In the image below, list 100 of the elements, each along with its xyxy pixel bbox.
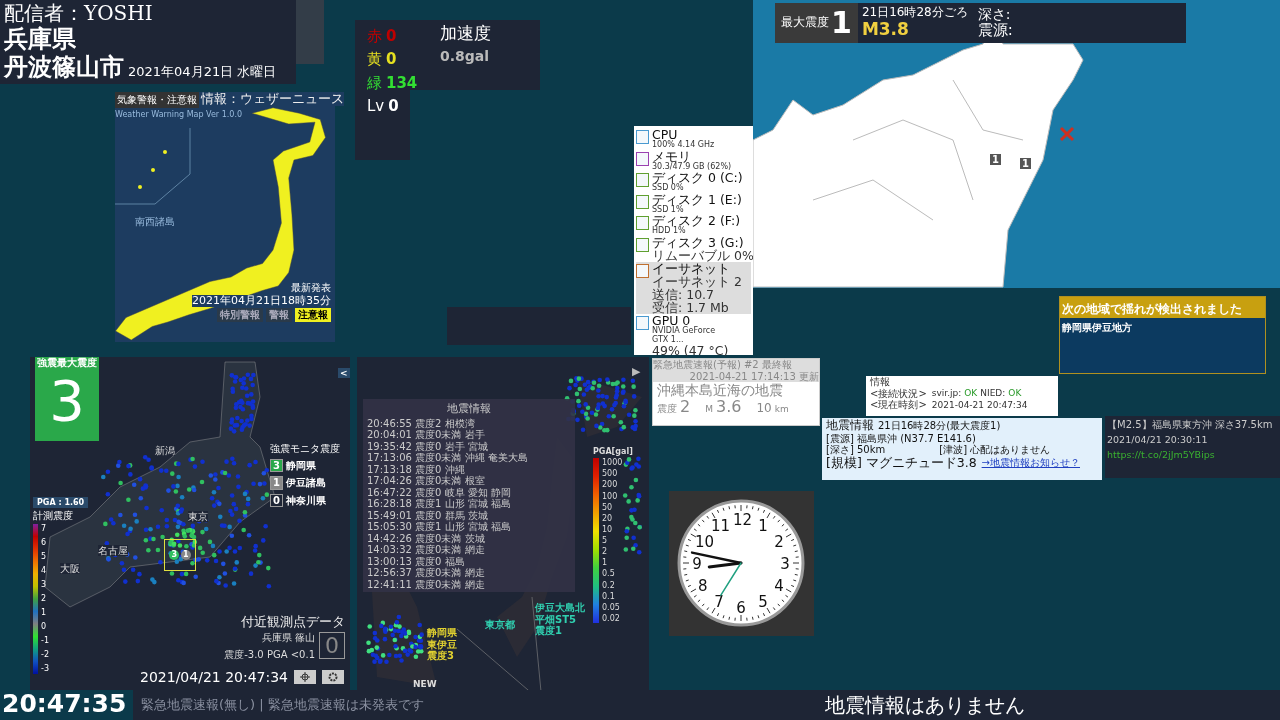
legend-region: 神奈川県 [285,494,326,506]
status-label: <接続状況> [870,387,927,399]
resource-row[interactable]: メモリ 30.3/47.9 GB (62%) [636,149,751,172]
status-label: <現在時刻> [870,399,927,411]
resource-row[interactable]: CPU 100% 4.14 GHz [636,128,751,150]
quake-info-subtitle: 21日16時28分(最大震度1) [878,420,1001,432]
resource-row[interactable]: ディスク 3 (G:) リムーバブル 0% [636,235,751,262]
magnitude-label: M [705,404,713,415]
tsunami-text: [津波] 心配はありません [939,444,1051,456]
quake-list-entry: 19:35:42 震度0 岩手 宮城 [366,440,489,453]
pga-title: PGA[gal] [593,447,633,457]
pga-tick: 100 [602,491,619,501]
new-label: NEW [413,679,437,689]
scale-tick: 6 [41,537,48,547]
clock-numeral: 10 [694,534,711,552]
detected-region: 静岡県伊豆地方 [1062,322,1133,334]
scale-tick: 4 [41,565,48,576]
detection-title: 次の地域で揺れが検出されました [1062,302,1242,316]
pga-tick: 0.5 [602,569,616,579]
second-hand [720,562,742,596]
depth-text: [深さ] 50km [826,444,886,456]
quake-list-entry: 17:13:06 震度0未満 沖縄 奄美大島 [366,452,529,464]
play-button[interactable]: ▶ [632,365,641,378]
collapse-toggle[interactable]: < [338,368,350,378]
max-intensity-label: 最大震度 [781,16,829,30]
monitor-timestamp: 2021/04/21 20:47:34 [140,669,289,686]
resource-detail: リムーバブル 0% [652,248,754,262]
city-label: 名古屋 [98,545,128,556]
legend-intensity: 3 [270,458,283,472]
counter-value: 0 [388,97,399,115]
status-value: OK [964,388,978,399]
streamer-name: 配信者：YOSHI [4,2,154,25]
quake-list-entry: 16:28:18 震度1 山形 宮城 福島 [366,498,512,510]
settings-button[interactable] [322,670,345,685]
pga-tick: 0.1 [602,591,616,601]
depth-unit: km [774,404,789,415]
scale-tick: -3 [41,664,49,674]
resource-row[interactable]: ディスク 1 (E:) SSD 1% [636,192,751,215]
resource-detail: NVIDIA GeForce [652,327,717,336]
scale-title: 計測震度 [33,510,74,522]
quake-list-entry: 15:05:30 震度1 山形 宮城 福島 [366,521,512,533]
clock-numeral: 11 [711,517,727,535]
magnitude-value: M3.8 [861,20,910,40]
warning-legend: 警報 [266,308,292,322]
quake-list-entry: 17:13:18 震度0 沖縄 [366,463,465,476]
warning-legend: 特別警報 [217,308,263,322]
status-value: NIED: [980,388,1006,399]
resource-detail: イーサネット 2 [652,274,742,289]
pga-tick: 5 [602,536,609,546]
resource-row[interactable]: GPU 0 NVIDIA GeForce GTX 1... 49% (47 °C) [636,314,751,358]
clock-numeral: 6 [735,600,747,618]
counter-value: 134 [386,74,418,92]
eew-header: 緊急地震速報(予報) #2 最終報 [653,359,793,371]
resource-name: ディスク 1 (E:) [652,192,742,206]
resource-name: ディスク 0 (C:) [652,171,743,185]
scale-tick: 1 [41,608,48,618]
tweet-time: 2021/04/21 20:30:11 [1107,434,1209,446]
resource-name: CPU [652,128,678,142]
pga-tick: 1 [602,558,609,568]
quake-list-entry: 20:04:01 震度0未満 岩手 [366,429,486,441]
nearby-reading: 震度-3.0 PGA <0.1 [224,649,315,661]
pga-tick: 0.02 [602,613,621,624]
status-value: OK [1008,388,1022,399]
status-heading: 情報 [870,376,891,388]
resource-name: メモリ [652,149,692,163]
city-label: 大阪 [60,563,80,574]
resource-name: イーサネット [652,261,731,275]
tweet-headline: 【M2.5】福島県東方沖 深さ37.5km [1107,419,1274,431]
resource-row[interactable]: ディスク 2 (F:) HDD 1% [636,214,751,236]
ticker-text: 緊急地震速報(無し) | 緊急地震速報は未発表です [140,697,424,712]
pga-tick: 20 [602,513,614,523]
scale-tick: 5 [41,551,48,562]
pga-reading: PGA : 1.60 [33,497,89,509]
intensity-value: 2 [680,398,691,417]
resource-name: ディスク 3 (G:) [652,235,745,249]
quake-list-title: 地震情報 [446,401,492,417]
intensity-label: 震度 [657,403,677,415]
inset-label: 南西諸島 [135,216,175,227]
nearby-intensity: 0 [319,631,345,660]
quake-list-entry: 16:47:22 震度0 岐阜 愛知 静岡 [366,486,512,498]
tweet-link[interactable]: https://t.co/2jJm5YBips [1107,449,1278,461]
prefecture-name: 兵庫県 [4,25,77,53]
clock-numeral: 7 [713,594,725,612]
resource-row[interactable]: ディスク 0 (C:) SSD 0% [636,171,751,193]
counter-label: Lv [367,97,385,115]
station-marker: 3 [169,550,179,560]
resource-row[interactable]: イーサネット イーサネット 2 送信: 10.7 受信: 1.7 Mb [636,261,751,315]
intensity-marker: 1 [990,154,1001,165]
clock-numeral: 5 [757,594,769,612]
epicenter-cross-icon [1059,126,1075,142]
locate-button[interactable] [294,670,317,685]
scale-tick: 2 [41,594,48,604]
clock-numeral: 12 [733,512,749,530]
city-name: 丹波篠山市 [4,52,124,81]
badge-value: 3 [49,368,85,433]
warning-legend: 注意報 [295,308,331,322]
crosshair-icon [300,672,311,683]
info-link[interactable]: →地震情報お知らせ？ [981,457,1080,469]
counter-label: 黄 [367,51,382,69]
pga-tick: 2 [602,547,609,557]
